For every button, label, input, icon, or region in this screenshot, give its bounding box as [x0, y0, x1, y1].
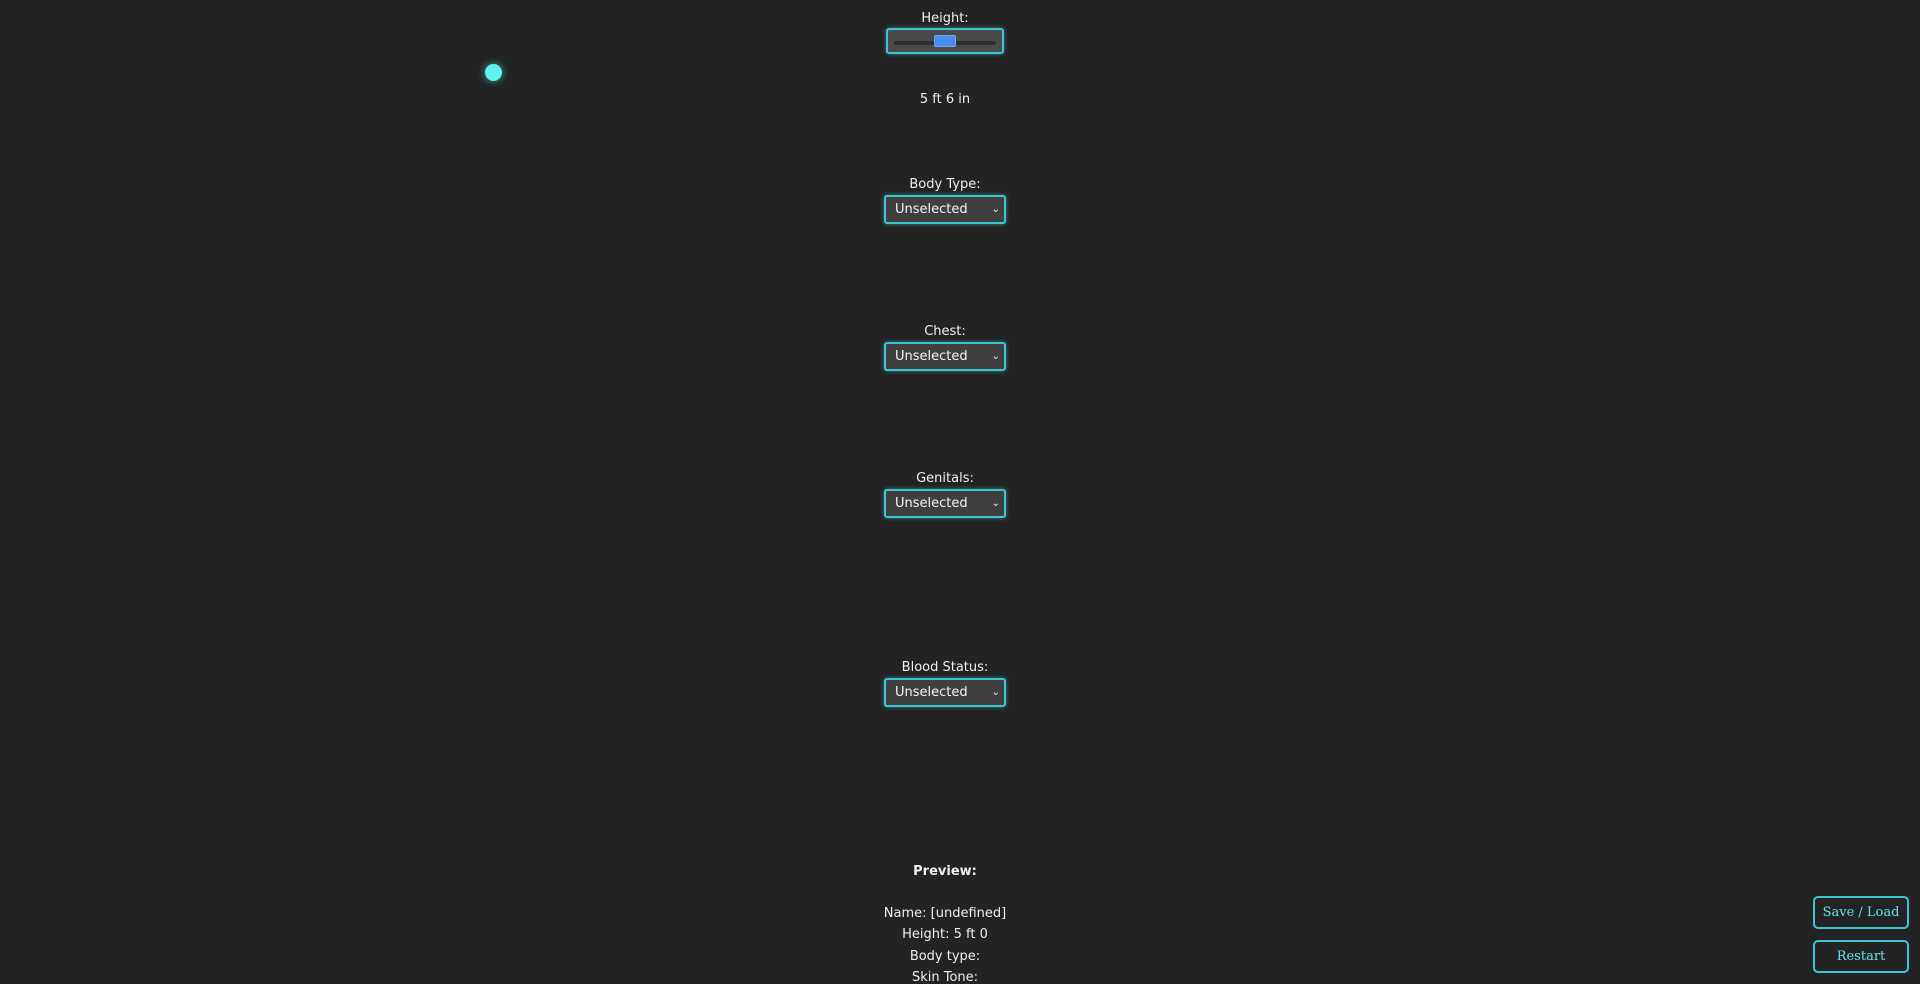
chest-select[interactable]: Unselected ⌄	[884, 342, 1006, 371]
preview-name: Name: [undefined]	[883, 906, 1007, 921]
cursor-dot	[485, 64, 502, 81]
genitals-label: Genitals:	[916, 471, 974, 486]
preview-title: Preview:	[913, 864, 977, 879]
restart-button[interactable]: Restart	[1813, 940, 1909, 973]
chevron-down-icon: ⌄	[991, 204, 1000, 215]
chest-select-value: Unselected	[895, 349, 968, 364]
blood-status-label: Blood Status:	[901, 660, 989, 675]
save-load-button[interactable]: Save / Load	[1813, 896, 1909, 929]
height-slider[interactable]	[886, 28, 1004, 54]
chevron-down-icon: ⌄	[991, 351, 1000, 362]
genitals-select-value: Unselected	[895, 496, 968, 511]
body-type-label: Body Type:	[909, 177, 981, 192]
blood-status-select[interactable]: Unselected ⌄	[884, 678, 1006, 707]
height-value: 5 ft 6 in	[919, 92, 971, 107]
height-slider-thumb[interactable]	[934, 35, 956, 47]
preview-height: Height: 5 ft 0	[902, 927, 988, 942]
blood-status-select-value: Unselected	[895, 685, 968, 700]
body-type-select[interactable]: Unselected ⌄	[884, 195, 1006, 224]
preview-skin-tone: Skin Tone:	[911, 970, 979, 984]
chevron-down-icon: ⌄	[991, 687, 1000, 698]
chest-label: Chest:	[924, 324, 966, 339]
preview-body-type: Body type:	[909, 949, 981, 964]
genitals-select[interactable]: Unselected ⌄	[884, 489, 1006, 518]
chevron-down-icon: ⌄	[991, 498, 1000, 509]
height-label: Height:	[921, 11, 969, 26]
page: Height: 5 ft 6 in Body Type: Unselected …	[0, 0, 1920, 984]
body-type-select-value: Unselected	[895, 202, 968, 217]
